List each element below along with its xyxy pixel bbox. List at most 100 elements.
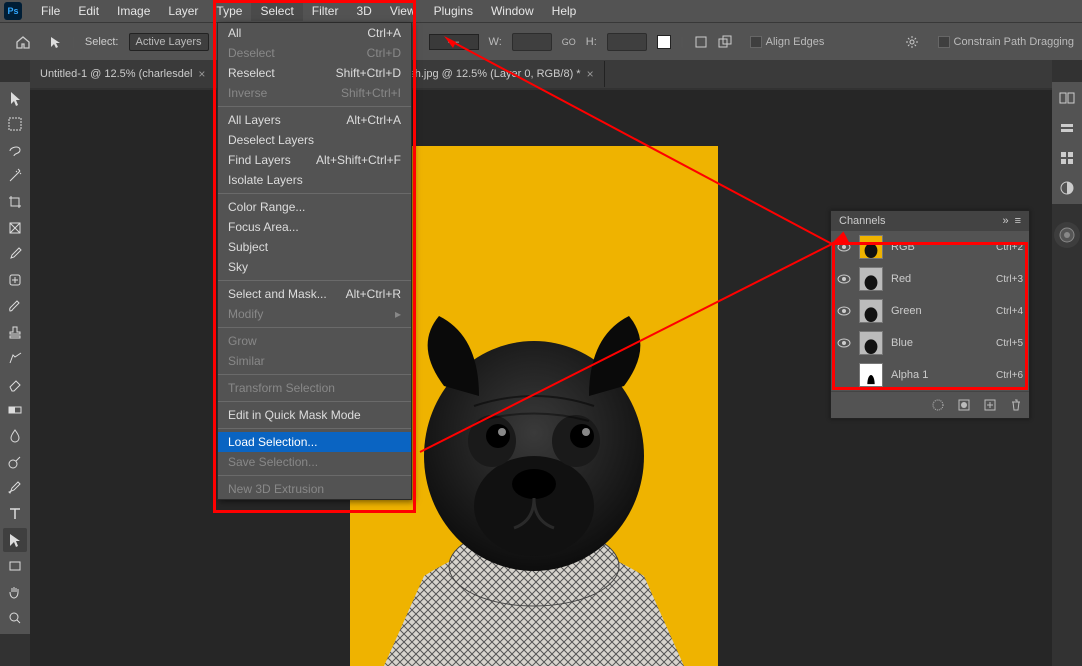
menu-item-find-layers[interactable]: Find LayersAlt+Shift+Ctrl+F (218, 150, 411, 170)
menu-item-edit-in-quick-mask-mode[interactable]: Edit in Quick Mask Mode (218, 405, 411, 425)
channel-row-red[interactable]: RedCtrl+3 (831, 263, 1029, 295)
height-field[interactable] (607, 33, 647, 51)
document-tabs: Untitled-1 @ 12.5% (charlesdel× charlesd… (30, 60, 1052, 88)
menu-edit[interactable]: Edit (69, 1, 108, 21)
channel-row-rgb[interactable]: RGBCtrl+2 (831, 231, 1029, 263)
channel-row-green[interactable]: GreenCtrl+4 (831, 295, 1029, 327)
channel-row-alpha-1[interactable]: Alpha 1Ctrl+6 (831, 359, 1029, 391)
channel-thumb (859, 235, 883, 259)
color-wheel-icon[interactable] (1054, 222, 1080, 248)
channel-thumb (859, 267, 883, 291)
visibility-icon[interactable] (837, 304, 851, 318)
panel-color-icon[interactable] (1055, 116, 1079, 140)
close-icon[interactable]: × (587, 67, 594, 81)
menu-item-isolate-layers[interactable]: Isolate Layers (218, 170, 411, 190)
tool-wand[interactable] (3, 164, 27, 188)
select-dropdown[interactable]: Active Layers (129, 33, 209, 51)
path-arrow-icon[interactable] (48, 35, 62, 49)
channels-title: Channels (839, 215, 885, 227)
tool-pen[interactable] (3, 476, 27, 500)
menu-image[interactable]: Image (108, 1, 159, 21)
panel-adjust-icon[interactable] (1055, 176, 1079, 200)
channel-shortcut: Ctrl+3 (996, 274, 1023, 285)
save-sel-mask-icon[interactable] (957, 398, 971, 412)
new-channel-icon[interactable] (983, 398, 997, 412)
tool-type[interactable] (3, 502, 27, 526)
menu-file[interactable]: File (32, 1, 69, 21)
collapse-icon[interactable]: » (1002, 215, 1008, 227)
tool-gradient[interactable] (3, 398, 27, 422)
pug-image (384, 246, 684, 666)
delete-channel-icon[interactable] (1009, 398, 1023, 412)
visibility-icon[interactable] (837, 240, 851, 254)
ps-logo: Ps (4, 2, 22, 20)
menu-item-deselect-layers[interactable]: Deselect Layers (218, 130, 411, 150)
load-sel-icon[interactable] (931, 398, 945, 412)
visibility-icon[interactable] (837, 272, 851, 286)
channel-row-blue[interactable]: Blue Ctrl+5 (831, 327, 1029, 359)
path-align-icon[interactable] (694, 35, 708, 49)
channel-name: Blue (891, 337, 988, 349)
menu-item-all[interactable]: AllCtrl+A (218, 23, 411, 43)
menu-item-similar: Similar (218, 351, 411, 371)
channel-shortcut: Ctrl+6 (996, 370, 1023, 381)
path-arrange-icon[interactable] (718, 35, 732, 49)
channel-name: Green (891, 305, 988, 317)
menu-plugins[interactable]: Plugins (425, 1, 482, 21)
tool-hand[interactable] (3, 580, 27, 604)
link-wh[interactable]: GO (562, 37, 576, 47)
menu-item-save-selection: Save Selection... (218, 452, 411, 472)
gear-icon[interactable] (904, 34, 920, 50)
fill-swatch[interactable] (657, 35, 671, 49)
tool-path[interactable] (3, 528, 27, 552)
tool-history[interactable] (3, 346, 27, 370)
menu-help[interactable]: Help (543, 1, 586, 21)
menu-item-reselect[interactable]: ReselectShift+Ctrl+D (218, 63, 411, 83)
panel-menu-icon[interactable]: ≡ (1015, 215, 1021, 227)
menu-item-grow: Grow (218, 331, 411, 351)
channels-footer (831, 391, 1029, 418)
align-edges-check[interactable]: Align Edges (750, 36, 825, 48)
stroke-style[interactable]: — (429, 34, 479, 50)
menu-item-all-layers[interactable]: All LayersAlt+Ctrl+A (218, 110, 411, 130)
menu-filter[interactable]: Filter (303, 1, 348, 21)
tool-eyedrop[interactable] (3, 242, 27, 266)
menu-view[interactable]: View (381, 1, 425, 21)
constrain-check[interactable]: Constrain Path Dragging (938, 36, 1074, 48)
menu-item-focus-area[interactable]: Focus Area... (218, 217, 411, 237)
tool-stamp[interactable] (3, 320, 27, 344)
menu-window[interactable]: Window (482, 1, 543, 21)
tool-brush[interactable] (3, 294, 27, 318)
menu-select[interactable]: Select (251, 1, 302, 21)
menu-layer[interactable]: Layer (159, 1, 207, 21)
width-field[interactable] (512, 33, 552, 51)
menu-item-color-range[interactable]: Color Range... (218, 197, 411, 217)
menu-item-load-selection[interactable]: Load Selection... (218, 432, 411, 452)
tool-blur[interactable] (3, 424, 27, 448)
tool-dodge[interactable] (3, 450, 27, 474)
home-button[interactable] (8, 30, 38, 54)
tool-lasso[interactable] (3, 138, 27, 162)
doc-tab-0[interactable]: Untitled-1 @ 12.5% (charlesdel× (30, 61, 216, 87)
menu-type[interactable]: Type (207, 1, 251, 21)
menu-item-new-3d-extrusion: New 3D Extrusion (218, 479, 411, 499)
tool-rect[interactable] (3, 554, 27, 578)
channel-shortcut: Ctrl+5 (996, 338, 1023, 349)
menu-item-subject[interactable]: Subject (218, 237, 411, 257)
tool-move[interactable] (3, 86, 27, 110)
tool-marquee[interactable] (3, 112, 27, 136)
menu-3d[interactable]: 3D (347, 1, 380, 21)
tool-zoom[interactable] (3, 606, 27, 630)
panel-swatch-icon[interactable] (1055, 146, 1079, 170)
menu-item-sky[interactable]: Sky (218, 257, 411, 277)
w-label: W: (489, 36, 502, 48)
close-icon[interactable]: × (198, 67, 205, 81)
menu-item-select-and-mask[interactable]: Select and Mask...Alt+Ctrl+R (218, 284, 411, 304)
tool-crop[interactable] (3, 190, 27, 214)
panel-85-icon[interactable] (1055, 86, 1079, 110)
visibility-icon[interactable] (837, 336, 851, 350)
select-label: Select: (85, 36, 119, 48)
tool-heal[interactable] (3, 268, 27, 292)
tool-eraser[interactable] (3, 372, 27, 396)
tool-frame[interactable] (3, 216, 27, 240)
